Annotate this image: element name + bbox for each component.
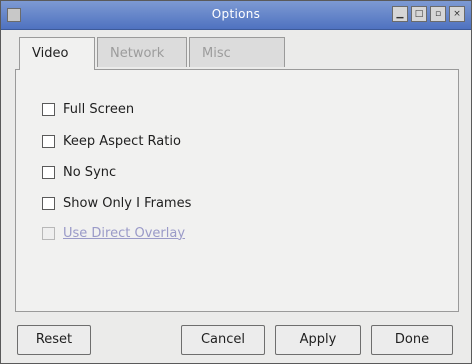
keep-aspect-ratio-label: Keep Aspect Ratio <box>63 133 181 149</box>
video-panel: Full Screen Keep Aspect Ratio No Sync Sh… <box>15 69 459 312</box>
no-sync-checkbox[interactable] <box>42 165 55 179</box>
close-icon[interactable]: × <box>449 6 465 22</box>
full-screen-label: Full Screen <box>63 101 135 117</box>
options-window: Options ▁ □ ▫ × Video Network Misc Full … <box>0 0 472 364</box>
show-only-i-frames-option[interactable]: Show Only I Frames <box>42 194 191 212</box>
reset-button[interactable]: Reset <box>17 325 91 355</box>
show-only-i-frames-label: Show Only I Frames <box>63 195 192 211</box>
tab-network[interactable]: Network <box>97 37 187 67</box>
apply-button[interactable]: Apply <box>275 325 361 355</box>
maximize-icon[interactable]: □ <box>411 6 427 22</box>
use-direct-overlay-checkbox <box>42 226 55 240</box>
use-direct-overlay-label: Use Direct Overlay <box>63 225 186 241</box>
restore-icon[interactable]: ▫ <box>430 6 446 22</box>
button-bar: Reset Cancel Apply Done <box>1 315 471 363</box>
show-only-i-frames-checkbox[interactable] <box>42 196 55 210</box>
tab-misc[interactable]: Misc <box>189 37 285 67</box>
keep-aspect-ratio-option[interactable]: Keep Aspect Ratio <box>42 132 181 150</box>
no-sync-option[interactable]: No Sync <box>42 163 116 181</box>
cancel-button[interactable]: Cancel <box>181 325 265 355</box>
title-bar[interactable]: Options ▁ □ ▫ × <box>1 1 471 30</box>
no-sync-label: No Sync <box>63 164 117 180</box>
tab-video[interactable]: Video <box>19 37 95 70</box>
keep-aspect-ratio-checkbox[interactable] <box>42 134 55 148</box>
full-screen-option[interactable]: Full Screen <box>42 100 134 118</box>
minimize-icon[interactable]: ▁ <box>392 6 408 22</box>
full-screen-checkbox[interactable] <box>42 102 55 116</box>
use-direct-overlay-option: Use Direct Overlay <box>42 224 185 242</box>
done-button[interactable]: Done <box>371 325 453 355</box>
